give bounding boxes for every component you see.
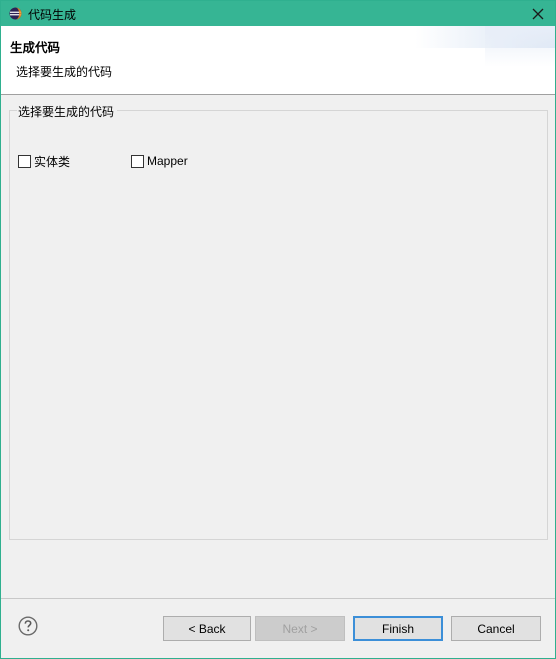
wizard-banner: 生成代码 选择要生成的代码 (1, 26, 555, 95)
cancel-button[interactable]: Cancel (451, 616, 541, 641)
window-title: 代码生成 (28, 8, 77, 22)
entity-class-checkbox[interactable]: 实体类 (18, 153, 70, 169)
mapper-checkbox-label: Mapper (147, 154, 188, 168)
help-icon[interactable] (18, 616, 38, 636)
options-group-label: 选择要生成的代码 (17, 103, 118, 120)
mapper-checkbox[interactable]: Mapper (131, 153, 188, 169)
title-bar[interactable]: 代码生成 (1, 1, 555, 26)
entity-class-checkbox-box[interactable] (18, 154, 31, 168)
close-button[interactable] (521, 1, 555, 26)
button-bar-separator (1, 598, 555, 599)
back-button[interactable]: < Back (163, 616, 251, 641)
entity-class-checkbox-label: 实体类 (34, 154, 71, 169)
banner-decoration-fade (485, 26, 555, 94)
options-group (9, 110, 548, 540)
finish-button[interactable]: Finish (353, 616, 443, 641)
next-button[interactable]: Next > (255, 616, 345, 641)
close-icon (532, 8, 544, 19)
eclipse-icon (9, 7, 22, 20)
wizard-page-description: 选择要生成的代码 (16, 65, 113, 79)
mapper-checkbox-box[interactable] (131, 154, 144, 168)
dialog-window: 代码生成 生成代码 选择要生成的代码 选择要生成的代码 实体类 Mapper <… (0, 0, 556, 659)
wizard-page-title: 生成代码 (10, 41, 61, 55)
